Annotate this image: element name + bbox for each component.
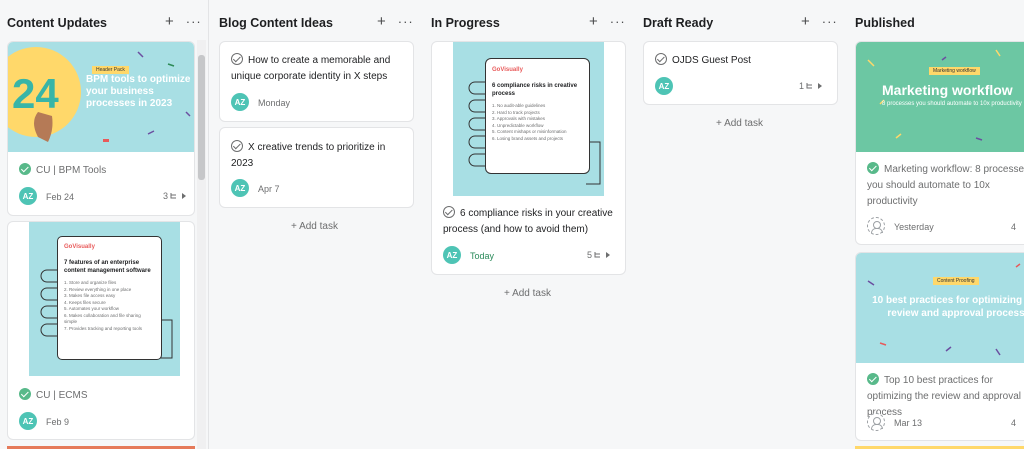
task-title: X creative trends to prioritize in 2023 <box>231 140 386 169</box>
card-cover-image: GoVisually 6 compliance risks in creativ… <box>453 42 604 196</box>
add-task-button[interactable]: + Add task <box>716 118 763 129</box>
assignee-avatar[interactable]: AZ <box>231 179 249 197</box>
task-title: CU | ECMS <box>19 388 88 404</box>
cover-headline: Marketing workflow <box>882 82 1013 98</box>
subtask-count[interactable]: 4 <box>1011 222 1016 232</box>
unassigned-avatar-icon[interactable] <box>867 217 885 235</box>
column-published: Published Marketing workflow Marketing w… <box>855 0 1024 449</box>
task-card-ecms[interactable]: GoVisually 7 features of an enterprise c… <box>7 221 195 440</box>
due-date[interactable]: Today <box>470 251 494 261</box>
column-content-updates: Content Updates + ··· Header Pack 24 BPM… <box>0 0 209 449</box>
add-task-plus-icon[interactable]: + <box>165 14 174 29</box>
column-header: Content Updates + ··· <box>7 12 209 34</box>
column-draft-ready: Draft Ready + ··· OJDS Guest Post AZ 1 +… <box>643 0 843 449</box>
task-card-compliance-risks[interactable]: GoVisually 6 compliance risks in creativ… <box>431 41 626 275</box>
complete-check-icon[interactable] <box>443 206 455 218</box>
expand-arrow-icon <box>182 193 187 199</box>
completed-check-icon[interactable] <box>19 388 31 400</box>
add-task-plus-icon[interactable]: + <box>589 14 598 29</box>
card-cover-image: Content Proofing 10 best practices for o… <box>856 253 1024 363</box>
column-title: In Progress <box>431 16 500 30</box>
complete-check-icon[interactable] <box>231 140 243 152</box>
more-options-icon[interactable]: ··· <box>610 15 626 29</box>
task-title: Marketing workflow: 8 processes you shou… <box>867 162 1024 207</box>
completed-check-icon[interactable] <box>19 163 31 175</box>
column-header: Blog Content Ideas + ··· <box>219 12 419 34</box>
more-options-icon[interactable]: ··· <box>822 15 838 29</box>
more-options-icon[interactable]: ··· <box>186 15 202 29</box>
assignee-avatar[interactable]: AZ <box>19 187 37 205</box>
task-title: 6 compliance risks in your creative proc… <box>443 206 613 235</box>
assignee-avatar[interactable]: AZ <box>655 77 673 95</box>
subtask-icon <box>170 193 177 199</box>
column-title: Draft Ready <box>643 16 714 30</box>
task-title: Top 10 best practices for optimizing the… <box>867 373 1021 418</box>
card-cover-image: Header Pack 24 BPM tools to optimize you… <box>8 42 194 152</box>
task-card-creative-trends[interactable]: X creative trends to prioritize in 2023 … <box>219 127 414 208</box>
assignee-avatar[interactable]: AZ <box>19 412 37 430</box>
task-card-bpm-tools[interactable]: Header Pack 24 BPM tools to optimize you… <box>7 41 195 216</box>
task-card-best-practices[interactable]: Content Proofing 10 best practices for o… <box>855 252 1024 441</box>
complete-check-icon[interactable] <box>655 53 667 65</box>
cover-headline: 10 best practices for optimizing the rev… <box>872 295 1024 319</box>
subtask-icon <box>594 252 601 258</box>
add-task-button[interactable]: + Add task <box>291 221 338 232</box>
cover-tag: Marketing workflow <box>929 67 980 75</box>
due-date[interactable]: Monday <box>258 98 290 108</box>
task-title: OJDS Guest Post <box>655 53 751 69</box>
column-header: Draft Ready + ··· <box>643 12 843 34</box>
subtask-icon <box>806 83 813 89</box>
due-date[interactable]: Yesterday <box>894 222 934 232</box>
unassigned-avatar-icon[interactable] <box>867 413 885 431</box>
expand-arrow-icon <box>818 83 823 89</box>
complete-check-icon[interactable] <box>231 53 243 65</box>
cover-tag: Content Proofing <box>933 277 979 285</box>
cover-subhead: 8 processes you should automate to 10x p… <box>882 101 1022 107</box>
cover-headline: BPM tools to optimize your business proc… <box>86 74 191 109</box>
subtask-count[interactable]: 1 <box>799 81 823 91</box>
column-blog-content-ideas: Blog Content Ideas + ··· How to create a… <box>219 0 419 449</box>
due-date[interactable]: Apr 7 <box>258 184 280 194</box>
column-in-progress: In Progress + ··· GoVisually 6 complianc… <box>431 0 631 449</box>
column-title: Published <box>855 16 915 30</box>
subtask-count[interactable]: 4 <box>1011 418 1016 428</box>
task-title: CU | BPM Tools <box>19 163 106 179</box>
add-task-button[interactable]: + Add task <box>504 288 551 299</box>
due-date[interactable]: Mar 13 <box>894 418 922 428</box>
task-card-corporate-identity[interactable]: How to create a memorable and unique cor… <box>219 41 414 122</box>
card-cover-image: GoVisually 7 features of an enterprise c… <box>29 222 180 376</box>
subtask-count[interactable]: 3 <box>163 191 187 201</box>
completed-check-icon[interactable] <box>867 373 879 385</box>
column-header: Published <box>855 12 1024 34</box>
task-title: How to create a memorable and unique cor… <box>231 53 391 82</box>
more-options-icon[interactable]: ··· <box>398 15 414 29</box>
due-date[interactable]: Feb 9 <box>46 417 69 427</box>
task-card-marketing-workflow[interactable]: Marketing workflow Marketing workflow 8 … <box>855 41 1024 245</box>
card-cover-image: Marketing workflow Marketing workflow 8 … <box>856 42 1024 152</box>
column-scrollbar[interactable] <box>197 40 206 449</box>
task-card-ojds-guest-post[interactable]: OJDS Guest Post AZ 1 <box>643 41 838 105</box>
column-title: Blog Content Ideas <box>219 16 333 30</box>
column-title: Content Updates <box>7 16 107 30</box>
column-header: In Progress + ··· <box>431 12 631 34</box>
assignee-avatar[interactable]: AZ <box>443 246 461 264</box>
due-date[interactable]: Feb 24 <box>46 192 74 202</box>
cover-tag: Header Pack <box>92 66 129 74</box>
column-divider <box>208 0 209 449</box>
completed-check-icon[interactable] <box>867 162 879 174</box>
subtask-count[interactable]: 5 <box>587 250 611 260</box>
add-task-plus-icon[interactable]: + <box>377 14 386 29</box>
scrollbar-thumb[interactable] <box>198 55 205 180</box>
cover-number: 24 <box>12 70 59 117</box>
add-task-plus-icon[interactable]: + <box>801 14 810 29</box>
expand-arrow-icon <box>606 252 611 258</box>
assignee-avatar[interactable]: AZ <box>231 93 249 111</box>
